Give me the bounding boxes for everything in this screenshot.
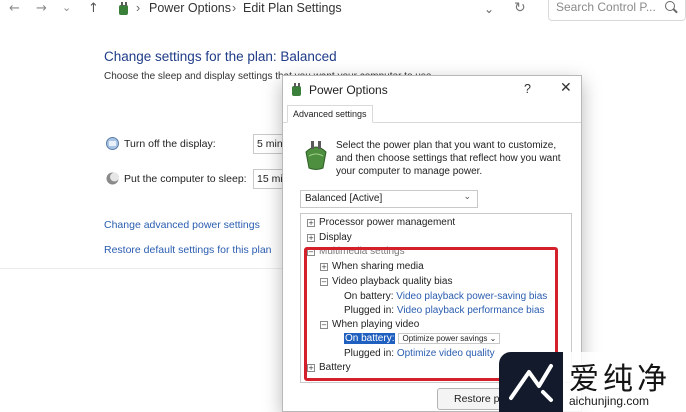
back-arrow-icon[interactable]: ← (9, 1, 20, 16)
refresh-icon[interactable]: ↻ (514, 0, 526, 16)
breadcrumb-power-options[interactable]: Power Options (149, 1, 231, 15)
tab-advanced-settings[interactable]: Advanced settings (287, 105, 373, 123)
power-plan-select[interactable]: Balanced [Active] ⌄ (300, 190, 478, 208)
tree-node-display[interactable]: + Display (307, 232, 352, 246)
expand-icon[interactable]: + (307, 219, 315, 227)
search-icon (665, 1, 675, 11)
breadcrumb-separator: › (136, 1, 141, 15)
power-options-icon (292, 83, 301, 96)
tree-node-label: Display (319, 232, 352, 243)
watermark: 爱纯净 aichunjing.com (499, 352, 686, 412)
tree-node-processor[interactable]: + Processor power management (307, 217, 455, 231)
address-dropdown-icon[interactable]: ⌄ (484, 2, 494, 16)
sleep-label: Put the computer to sleep: (124, 173, 247, 185)
address-bar[interactable]: › Power Options › Edit Plan Settings ⌄ ↻ (112, 0, 536, 20)
breadcrumb-separator: › (232, 1, 237, 15)
watermark-chinese-text: 爱纯净 (569, 362, 671, 397)
power-options-icon (119, 2, 128, 15)
watermark-text-panel: 爱纯净 aichunjing.com (563, 352, 686, 412)
divider (0, 268, 282, 269)
change-advanced-settings-link[interactable]: Change advanced power settings (104, 219, 260, 231)
expand-icon[interactable]: + (307, 234, 315, 242)
power-plan-icon (305, 141, 327, 170)
up-arrow-icon[interactable]: ↑ (88, 1, 99, 16)
search-placeholder: Search Control P... (556, 0, 656, 14)
chevron-down-icon: ⌄ (463, 192, 471, 202)
dialog-instructions: Select the power plan that you want to c… (336, 140, 561, 177)
breadcrumb-edit-plan-settings[interactable]: Edit Plan Settings (243, 1, 342, 15)
help-button[interactable]: ? (524, 82, 531, 96)
watermark-domain: aichunjing.com (569, 394, 650, 408)
restore-defaults-link[interactable]: Restore default settings for this plan (104, 244, 272, 256)
search-box[interactable]: Search Control P... (548, 0, 686, 21)
watermark-logo (499, 352, 563, 412)
dialog-titlebar: Power Options ? ✕ (283, 76, 581, 104)
close-button[interactable]: ✕ (560, 80, 572, 96)
page-title: Change settings for the plan: Balanced (104, 49, 337, 64)
navigation-bar: ← → ⌄ ↑ › Power Options › Edit Plan Sett… (0, 0, 686, 22)
power-plan-selected: Balanced [Active] (305, 193, 383, 204)
tree-node-label: Processor power management (319, 217, 456, 228)
watermark-logo-icon (509, 364, 553, 402)
turn-off-display-label: Turn off the display: (124, 138, 216, 150)
recent-locations-chevron-icon[interactable]: ⌄ (62, 1, 71, 14)
forward-arrow-icon[interactable]: → (36, 1, 47, 16)
dialog-title: Power Options (309, 83, 388, 97)
display-icon (106, 137, 119, 150)
sleep-icon (106, 172, 119, 185)
